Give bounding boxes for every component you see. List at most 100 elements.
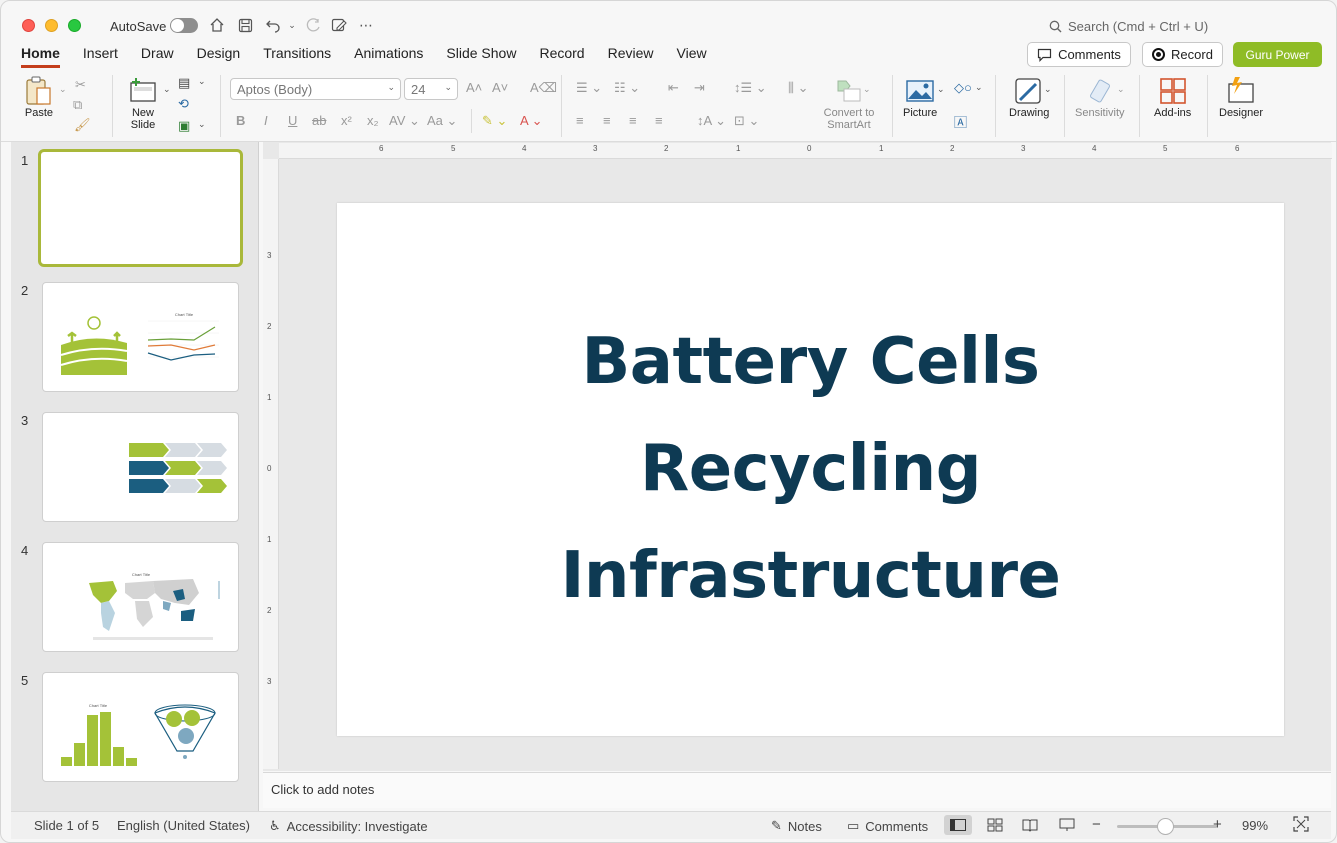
sensitivity-dropdown-icon[interactable]: ⌄ [1117,84,1125,95]
tab-slide-show[interactable]: Slide Show [446,44,516,68]
notes-pane[interactable]: Click to add notes [263,772,1331,808]
paste-button[interactable]: Paste [23,75,55,119]
close-window-button[interactable] [22,19,35,32]
align-right-icon[interactable]: ≡ [629,113,637,128]
comments-toggle-button[interactable]: ▭ Comments [847,818,928,834]
line-spacing-icon[interactable]: ↕☰ ⌄ [734,80,767,96]
tab-record[interactable]: Record [539,44,584,68]
reset-slide-icon[interactable]: ⟲ [178,96,189,112]
paste-dropdown-icon[interactable]: ⌄ [59,84,67,95]
slide-sorter-view-button[interactable] [981,815,1009,835]
notes-toggle-button[interactable]: ✎ Notes [771,818,822,834]
slide-show-view-button[interactable] [1053,815,1081,835]
decrease-font-icon[interactable]: A˅ [492,80,508,95]
zoom-slider-handle[interactable] [1157,818,1174,835]
text-box-icon[interactable]: 🄰 [954,112,967,131]
picture-dropdown-icon[interactable]: ⌄ [937,84,945,95]
comments-button[interactable]: Comments [1027,42,1131,67]
shapes-dropdown-icon[interactable]: ⌄ [975,82,983,93]
sensitivity-button[interactable]: Sensitivity [1075,75,1125,119]
accessibility-checker[interactable]: ♿ Accessibility: Investigate [269,818,428,834]
guru-power-button[interactable]: Guru Power [1233,42,1322,67]
underline-icon[interactable]: U [288,113,297,128]
slide-thumbnail-3[interactable] [42,412,239,522]
slide-thumbnail-2[interactable]: Chart Title [42,282,239,392]
slide-title[interactable]: Battery Cells Recycling Infrastructure [531,309,1091,630]
home-icon[interactable] [207,15,227,35]
tab-design[interactable]: Design [197,44,241,68]
increase-font-icon[interactable]: A˄ [466,80,482,95]
change-case-icon[interactable]: Aa ⌄ [427,113,457,129]
tab-transitions[interactable]: Transitions [263,44,331,68]
tab-home[interactable]: Home [21,44,60,68]
autosave-toggle[interactable] [170,18,198,33]
undo-icon[interactable] [263,15,283,35]
fit-to-window-icon[interactable] [1293,816,1309,832]
tab-animations[interactable]: Animations [354,44,423,68]
customize-icon[interactable] [329,15,349,35]
redo-icon[interactable] [303,15,323,35]
bold-icon[interactable]: B [236,113,245,128]
tab-review[interactable]: Review [608,44,654,68]
slide-thumbnail-5[interactable]: Chart Title [42,672,239,782]
align-center-icon[interactable]: ≡ [603,113,611,128]
search-placeholder: Search (Cmd + Ctrl + U) [1068,19,1209,34]
new-slide-dropdown-icon[interactable]: ⌄ [163,84,171,95]
decrease-indent-icon[interactable]: ⇤ [668,80,679,96]
minimize-window-button[interactable] [45,19,58,32]
record-button[interactable]: Record [1142,42,1223,67]
copy-icon[interactable]: ⧉ [73,97,82,113]
superscript-icon[interactable]: x² [341,113,352,128]
character-spacing-icon[interactable]: AV ⌄ [389,113,420,129]
font-size-select[interactable]: 24 ⌄ [404,78,458,100]
tab-insert[interactable]: Insert [83,44,118,68]
layout-icon[interactable]: ▤ [178,75,190,91]
bullets-icon[interactable]: ☰ ⌄ [576,80,602,96]
section-dropdown-icon[interactable]: ⌄ [198,119,206,130]
add-ins-button[interactable]: Add-ins [1154,75,1191,119]
increase-indent-icon[interactable]: ⇥ [694,80,705,96]
zoom-out-button[interactable]: − [1092,816,1101,833]
smartart-dropdown-icon[interactable]: ⌄ [863,84,871,95]
drawing-button[interactable]: Drawing [1009,75,1049,119]
more-icon[interactable]: ⋯ [356,15,376,35]
clear-format-icon[interactable]: A⌫ [530,80,557,96]
numbering-icon[interactable]: ☷ ⌄ [614,80,640,96]
drawing-dropdown-icon[interactable]: ⌄ [1044,84,1052,95]
thumb-number: 4 [21,543,29,558]
current-slide[interactable]: Battery Cells Recycling Infrastructure [337,203,1284,736]
italic-icon[interactable]: I [264,113,268,128]
picture-button[interactable]: Picture [903,75,937,119]
normal-view-button[interactable] [944,815,972,835]
horizontal-ruler: 6 5 4 3 2 1 0 1 2 3 4 5 6 [279,143,1332,159]
slide-thumbnail-4[interactable]: Chart Title [42,542,239,652]
undo-dropdown-icon[interactable]: ⌄ [282,15,302,35]
zoom-in-button[interactable]: + [1213,816,1222,833]
strikethrough-icon[interactable]: ab [312,113,326,128]
designer-button[interactable]: Designer [1219,75,1263,119]
slide-thumbnail-1[interactable] [38,149,243,267]
reading-view-button[interactable] [1016,815,1044,835]
save-icon[interactable] [235,15,255,35]
cut-icon[interactable]: ✂ [75,77,86,93]
new-slide-button[interactable]: New Slide [127,75,159,131]
tab-draw[interactable]: Draw [141,44,174,68]
font-color-icon[interactable]: A ⌄ [520,113,542,129]
shapes-icon[interactable]: ◇○ [954,80,972,96]
layout-dropdown-icon[interactable]: ⌄ [198,76,206,87]
text-direction-icon[interactable]: ↕A ⌄ [697,113,726,129]
zoom-level[interactable]: 99% [1242,818,1268,833]
tab-view[interactable]: View [677,44,707,68]
subscript-icon[interactable]: x₂ [367,113,379,128]
align-text-icon[interactable]: ⊡ ⌄ [734,113,759,129]
justify-icon[interactable]: ≡ [655,113,663,128]
section-icon[interactable]: ▣ [178,118,190,134]
zoom-window-button[interactable] [68,19,81,32]
search-bar[interactable]: Search (Cmd + Ctrl + U) [1049,19,1208,34]
align-left-icon[interactable]: ≡ [576,113,584,128]
format-painter-icon[interactable]: 🖌 [74,117,91,133]
highlight-icon[interactable]: ✎ ⌄ [482,113,507,129]
language-indicator[interactable]: English (United States) [117,818,250,833]
font-name-select[interactable]: Aptos (Body) ⌄ [230,78,401,100]
columns-icon[interactable]: ⫼ ⌄ [788,80,809,96]
